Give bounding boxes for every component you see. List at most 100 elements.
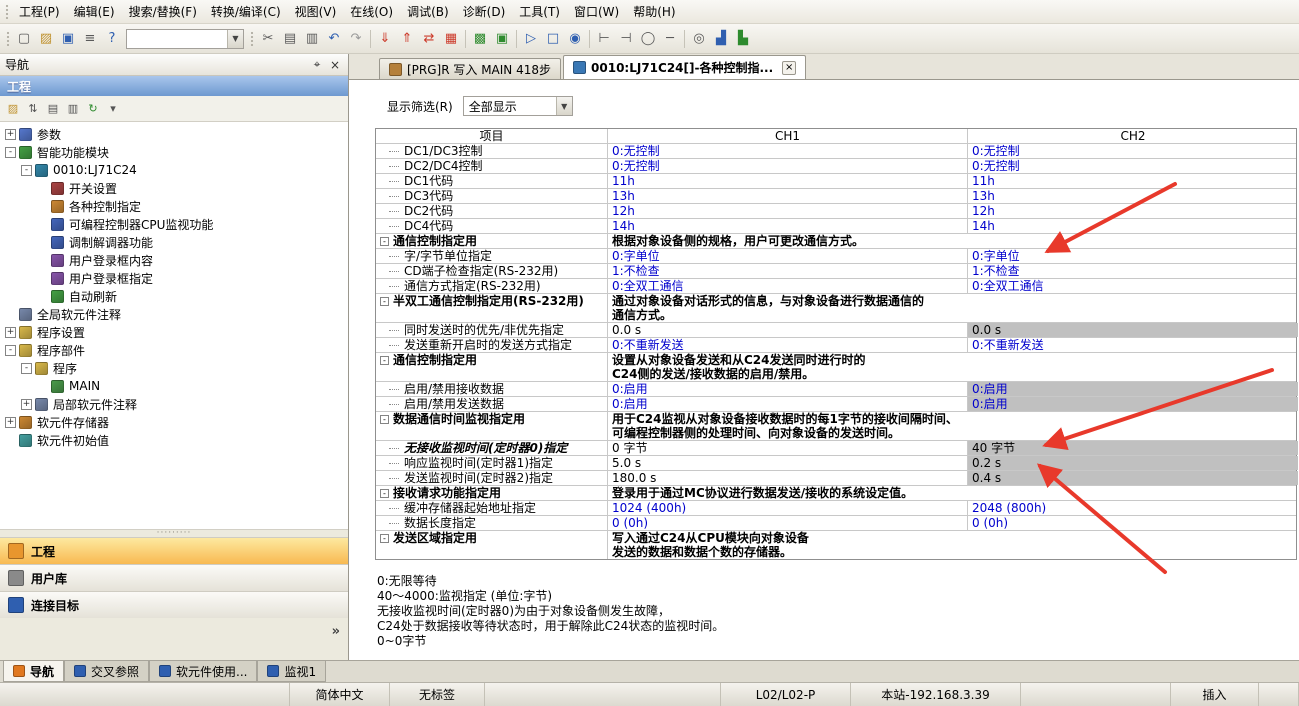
open-project-icon[interactable]: ▨: [35, 28, 57, 50]
expand-icon[interactable]: +: [5, 417, 16, 428]
tree-item[interactable]: 用户登录框内容: [0, 251, 348, 269]
menu-window[interactable]: 窗口(W): [567, 0, 626, 23]
nav-button-user-library[interactable]: 用户库: [0, 564, 348, 591]
panel-tab-watch1[interactable]: 监视1: [257, 661, 326, 682]
ch1-value[interactable]: 0:不重新发送: [608, 338, 968, 352]
redo-icon[interactable]: ↷: [345, 28, 367, 50]
tree-item[interactable]: +软元件存储器: [0, 413, 348, 431]
collapse-icon[interactable]: -: [5, 147, 16, 158]
panel-tab-navigation[interactable]: 导航: [3, 661, 64, 682]
menu-debug[interactable]: 调试(B): [400, 0, 456, 23]
new-project-icon[interactable]: ▢: [13, 28, 35, 50]
statistics-icon[interactable]: ▟: [710, 28, 732, 50]
program-check-icon[interactable]: ▩: [469, 28, 491, 50]
nav-button-connect-destination[interactable]: 连接目标: [0, 591, 348, 618]
panel-tab-device-usage[interactable]: 软元件使用...: [149, 661, 257, 682]
ch2-value[interactable]: 2048 (800h): [968, 501, 1298, 515]
ch2-value[interactable]: 1:不检查: [968, 264, 1298, 278]
menu-diagnostics[interactable]: 诊断(D): [456, 0, 513, 23]
close-icon[interactable]: ×: [327, 57, 343, 73]
sort-icon[interactable]: ⇅: [23, 99, 43, 119]
ch1-value[interactable]: 0:全双工通信: [608, 279, 968, 293]
tree-item[interactable]: 调制解调器功能: [0, 233, 348, 251]
ch1-value[interactable]: 0:启用: [608, 397, 968, 411]
splitter-handle[interactable]: [0, 529, 348, 537]
ch1-value[interactable]: 180.0 s: [608, 471, 968, 485]
menu-find-replace[interactable]: 搜索/替换(F): [122, 0, 204, 23]
ch2-value[interactable]: 0:无控制: [968, 159, 1298, 173]
ch2-value[interactable]: 0:全双工通信: [968, 279, 1298, 293]
ch2-value[interactable]: 13h: [968, 189, 1298, 203]
device-batch-icon[interactable]: ▦: [440, 28, 462, 50]
ch1-value[interactable]: 11h: [608, 174, 968, 188]
ch1-value[interactable]: 1:不检查: [608, 264, 968, 278]
print-icon[interactable]: ≡: [79, 28, 101, 50]
expand-icon[interactable]: +: [21, 399, 32, 410]
chevron-down-icon[interactable]: ▼: [556, 97, 572, 115]
document-tab[interactable]: 0010:LJ71C24[]-各种控制指...×: [563, 55, 806, 79]
collapse-icon[interactable]: -: [380, 356, 389, 365]
tree-item[interactable]: -0010:LJ71C24: [0, 161, 348, 179]
ladder-line-icon[interactable]: ─: [659, 28, 681, 50]
menu-edit[interactable]: 编辑(E): [67, 0, 122, 23]
cut-icon[interactable]: ✂: [257, 28, 279, 50]
undo-icon[interactable]: ↶: [323, 28, 345, 50]
plc-verify-icon[interactable]: ⇄: [418, 28, 440, 50]
save-project-icon[interactable]: ▣: [57, 28, 79, 50]
tree-item[interactable]: 自动刷新: [0, 287, 348, 305]
ch2-value[interactable]: 0:字单位: [968, 249, 1298, 263]
ch2-value[interactable]: 0.0 s: [968, 323, 1298, 337]
build-icon[interactable]: ▣: [491, 28, 513, 50]
ch2-value[interactable]: 14h: [968, 219, 1298, 233]
ch2-value[interactable]: 0:不重新发送: [968, 338, 1298, 352]
paste-item-icon[interactable]: ▥: [63, 99, 83, 119]
ch1-value[interactable]: 13h: [608, 189, 968, 203]
ch2-value[interactable]: 0:启用: [968, 382, 1298, 396]
tree-item[interactable]: -程序: [0, 359, 348, 377]
ch1-value[interactable]: 5.0 s: [608, 456, 968, 470]
view-mode-icon[interactable]: ▾: [103, 99, 123, 119]
ch2-value[interactable]: 0.4 s: [968, 471, 1298, 485]
tree-item[interactable]: 全局软元件注释: [0, 305, 348, 323]
ch1-value[interactable]: 1024 (400h): [608, 501, 968, 515]
copy-item-icon[interactable]: ▤: [43, 99, 63, 119]
ch1-value[interactable]: 0:启用: [608, 382, 968, 396]
menu-help[interactable]: 帮助(H): [626, 0, 682, 23]
tree-item[interactable]: -智能功能模块: [0, 143, 348, 161]
help-icon[interactable]: ?: [101, 28, 123, 50]
copy-icon[interactable]: ▤: [279, 28, 301, 50]
collapse-icon[interactable]: -: [380, 297, 389, 306]
tree-item[interactable]: MAIN: [0, 377, 348, 395]
menu-project[interactable]: 工程(P): [12, 0, 67, 23]
collapse-buttons-icon[interactable]: »: [332, 624, 340, 639]
panel-tab-cross-reference[interactable]: 交叉参照: [64, 661, 149, 682]
ch1-value[interactable]: 0:无控制: [608, 159, 968, 173]
collapse-icon[interactable]: -: [21, 363, 32, 374]
nav-button-project[interactable]: 工程: [0, 537, 348, 564]
ch1-value[interactable]: 0 字节: [608, 441, 968, 455]
tree-item[interactable]: +程序设置: [0, 323, 348, 341]
chart-icon[interactable]: ▙: [732, 28, 754, 50]
menu-online[interactable]: 在线(O): [343, 0, 400, 23]
menu-view[interactable]: 视图(V): [288, 0, 344, 23]
tree-item[interactable]: 软元件初始值: [0, 431, 348, 449]
plc-write-icon[interactable]: ⇓: [374, 28, 396, 50]
ch2-value[interactable]: 40 字节: [968, 441, 1298, 455]
ch1-value[interactable]: 12h: [608, 204, 968, 218]
ladder-close-contact-icon[interactable]: ⊣: [615, 28, 637, 50]
tree-item[interactable]: +局部软元件注释: [0, 395, 348, 413]
document-tab[interactable]: [PRG]R 写入 MAIN 418步: [379, 58, 561, 79]
chevron-down-icon[interactable]: ▼: [227, 30, 243, 48]
ch1-value[interactable]: 0 (0h): [608, 516, 968, 530]
ch1-value[interactable]: 0:无控制: [608, 144, 968, 158]
collapse-icon[interactable]: -: [380, 489, 389, 498]
monitor-stop-icon[interactable]: □: [542, 28, 564, 50]
ch2-value[interactable]: 0:无控制: [968, 144, 1298, 158]
ch1-value[interactable]: 0.0 s: [608, 323, 968, 337]
ch2-value[interactable]: 12h: [968, 204, 1298, 218]
collapse-icon[interactable]: -: [380, 237, 389, 246]
new-item-icon[interactable]: ▨: [3, 99, 23, 119]
ladder-coil-icon[interactable]: ◯: [637, 28, 659, 50]
paste-icon[interactable]: ▥: [301, 28, 323, 50]
ladder-open-contact-icon[interactable]: ⊢: [593, 28, 615, 50]
